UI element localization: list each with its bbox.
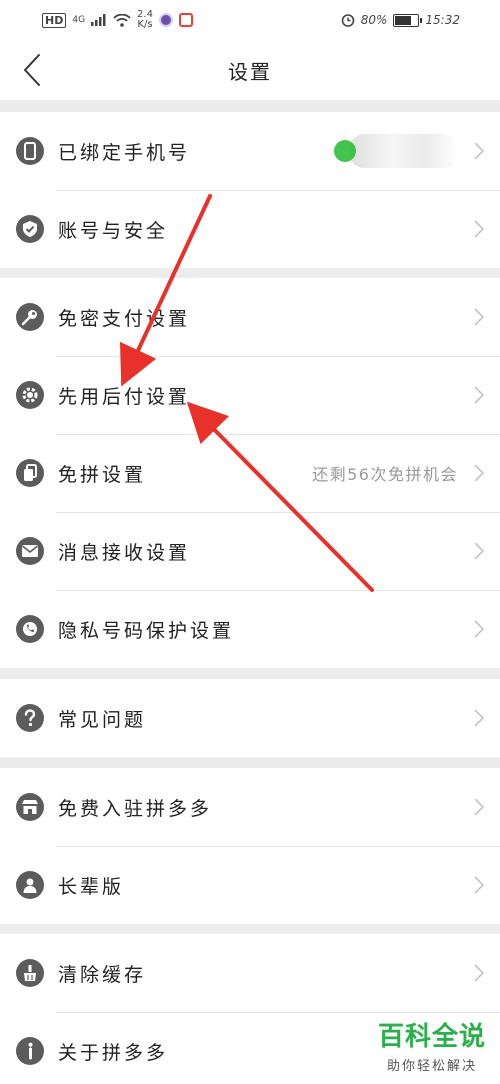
chevron-right-icon (474, 220, 485, 238)
settings-item-label: 账号与安全 (58, 219, 169, 242)
map-notification-icon (178, 13, 193, 27)
copy-icon (16, 459, 44, 487)
network-indicator: 4G (72, 15, 86, 25)
shield-icon (16, 215, 44, 243)
chevron-right-icon (474, 876, 485, 894)
page-title: 设置 (228, 59, 272, 84)
settings-item-label: 消息接收设置 (58, 541, 191, 564)
app-notification-icon (158, 13, 173, 27)
settings-item-label: 免费入驻拼多多 (58, 797, 213, 820)
alarm-icon (341, 14, 355, 27)
gear-icon (16, 381, 44, 409)
free-group-remaining: 还剩56次免拼机会 (312, 465, 458, 484)
battery-icon (393, 13, 423, 27)
status-right: 80% 15:32 (341, 13, 460, 27)
watermark-title: 百科全说 (377, 1022, 486, 1052)
settings-item-bound-phone[interactable]: 已绑定手机号 (0, 112, 500, 190)
status-bar: HD 4G 2.4 K/s 80% 15:32 (0, 0, 500, 40)
status-time: 15:32 (425, 13, 460, 27)
settings-item-privacy-number[interactable]: 隐私号码保护设置 (0, 590, 500, 668)
settings-item-label: 免密支付设置 (58, 307, 191, 330)
battery-percent: 80% (360, 13, 388, 27)
settings-group-account: 已绑定手机号 账号与安全 (0, 112, 500, 268)
settings-item-message[interactable]: 消息接收设置 (0, 512, 500, 590)
settings-item-merchant-join[interactable]: 免费入驻拼多多 (0, 768, 500, 846)
chevron-right-icon (474, 620, 485, 638)
settings-item-label: 隐私号码保护设置 (58, 619, 235, 642)
settings-item-free-group[interactable]: 免拼设置 还剩56次免拼机会 (0, 434, 500, 512)
chevron-right-icon (474, 709, 485, 727)
question-icon (16, 704, 44, 732)
watermark: 百科全说 助你轻松解决 (378, 1016, 486, 1074)
chevron-left-icon (24, 54, 40, 86)
privacy-icon (16, 615, 44, 643)
chevron-right-icon (474, 464, 485, 482)
key-icon (16, 303, 44, 331)
settings-item-label: 免拼设置 (58, 463, 147, 486)
phone-number-masked (334, 130, 464, 172)
settings-item-label: 长辈版 (58, 875, 125, 898)
phone-icon (16, 137, 44, 165)
settings-item-label: 常见问题 (58, 708, 147, 731)
settings-item-faq[interactable]: 常见问题 (0, 679, 500, 757)
settings-item-pay-later[interactable]: 先用后付设置 (0, 356, 500, 434)
settings-item-clear-cache[interactable]: 清除缓存 (0, 934, 500, 1012)
settings-item-label: 已绑定手机号 (58, 141, 191, 164)
status-left: HD 4G 2.4 K/s (42, 10, 193, 30)
chevron-right-icon (474, 964, 485, 982)
settings-group-payment: 免密支付设置 先用后付设置 免拼设置 还剩56次免拼机会 消息接收设置 隐私号码… (0, 278, 500, 668)
settings-item-label: 关于拼多多 (58, 1041, 169, 1064)
nav-bar: 设置 (0, 40, 500, 100)
chevron-right-icon (474, 542, 485, 560)
signal-icon (91, 14, 106, 26)
chevron-right-icon (474, 142, 485, 160)
watermark-subtitle: 助你轻松解决 (386, 1059, 477, 1074)
back-button[interactable] (14, 50, 50, 90)
elder-icon (16, 871, 44, 899)
settings-group-merchant: 免费入驻拼多多 长辈版 (0, 768, 500, 924)
broom-icon (16, 959, 44, 987)
mail-icon (16, 537, 44, 565)
settings-item-label: 清除缓存 (58, 963, 147, 986)
store-icon (16, 793, 44, 821)
hd-indicator: HD (42, 12, 67, 28)
chevron-right-icon (474, 798, 485, 816)
settings-item-elder-mode[interactable]: 长辈版 (0, 846, 500, 924)
wifi-icon (113, 13, 131, 27)
settings-item-password-free-pay[interactable]: 免密支付设置 (0, 278, 500, 356)
settings-item-label: 先用后付设置 (58, 385, 191, 408)
info-icon (16, 1037, 44, 1065)
chevron-right-icon (474, 308, 485, 326)
settings-group-help: 常见问题 (0, 679, 500, 757)
network-speed: 2.4 K/s (137, 9, 153, 30)
chevron-right-icon (474, 386, 485, 404)
settings-item-account-security[interactable]: 账号与安全 (0, 190, 500, 268)
